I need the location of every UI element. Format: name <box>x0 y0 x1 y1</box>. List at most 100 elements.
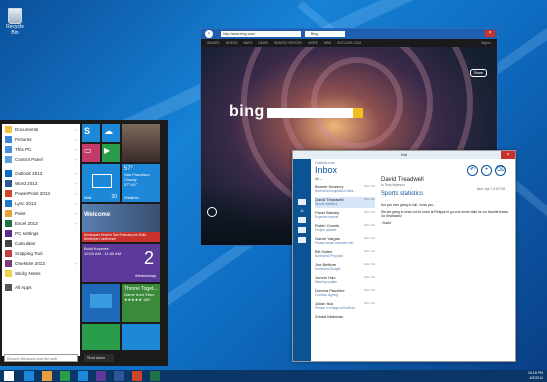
filter-label: All <box>315 177 319 181</box>
message-row[interactable]: Robin Counts Project update! Mon 4/1 <box>315 223 375 234</box>
tile-onedrive[interactable]: ☁ <box>102 124 120 142</box>
tile-weather[interactable]: 57° San Francisco Cloudy 57°/49° Weather <box>122 164 160 202</box>
nav-news[interactable]: NEWS <box>259 41 269 45</box>
start-menu-item[interactable]: Control Panel › <box>2 154 80 164</box>
recycle-bin-icon[interactable]: Recycle Bin <box>4 8 26 36</box>
mail-filter[interactable]: All ⌄ <box>315 177 375 181</box>
app-icon <box>5 125 12 133</box>
nav-videos[interactable]: VIDEOS <box>225 41 237 45</box>
shutdown-button[interactable]: Shut down <box>84 354 114 362</box>
excel-taskbar-icon[interactable] <box>150 371 160 381</box>
start-menu-item-label: Word 2013 <box>15 180 38 186</box>
nav-more[interactable]: MORE <box>308 41 318 45</box>
chevron-right-icon[interactable]: › <box>76 127 77 132</box>
person-icon[interactable] <box>298 227 306 233</box>
start-menu-item[interactable]: Pictures › <box>2 134 80 144</box>
start-menu-item[interactable]: Calculator <box>2 238 80 248</box>
start-menu-item[interactable]: Excel 2013 › <box>2 218 80 228</box>
start-menu-list: Documents › Pictures › This PC › Control Panel… <box>2 124 80 356</box>
start-menu-item[interactable]: Outlook 2013 › <box>2 168 80 178</box>
delete-icon[interactable]: ⌫ <box>495 165 506 176</box>
share-button[interactable]: Share <box>469 69 487 77</box>
tile-games[interactable]: ▭ <box>82 144 100 162</box>
start-menu-item[interactable]: PowerPoint 2013 › <box>2 188 80 198</box>
flag-icon[interactable] <box>298 237 306 243</box>
tile-xbox[interactable] <box>82 324 120 350</box>
info-icon[interactable] <box>207 207 217 217</box>
bing-search-input[interactable] <box>267 108 363 118</box>
nav-images[interactable]: IMAGES <box>207 41 219 45</box>
chevron-right-icon[interactable]: › <box>76 261 77 266</box>
message-row[interactable]: Dorena Paschke Contract signing Mon 4/1 <box>315 288 375 299</box>
all-apps-button[interactable]: All Apps <box>2 282 80 292</box>
start-menu-item[interactable]: PC settings <box>2 228 80 238</box>
tile-people-photo[interactable] <box>122 124 160 162</box>
chevron-right-icon[interactable]: › <box>76 147 77 152</box>
sign-in-link[interactable]: Sign in <box>481 41 491 45</box>
chevron-right-icon[interactable]: › <box>76 191 77 196</box>
start-menu-item[interactable]: Paint › <box>2 208 80 218</box>
store-taskbar-icon[interactable] <box>60 371 70 381</box>
nav-msn[interactable]: MSN <box>324 41 331 45</box>
start-menu-item[interactable]: Lync 2013 › <box>2 198 80 208</box>
app-icon <box>5 249 12 257</box>
tile-desktop[interactable] <box>82 284 120 322</box>
message-row[interactable]: David Treadwell Sports statistics Mon 4/1 <box>315 197 375 208</box>
tile-video[interactable]: ▶ <box>102 144 120 162</box>
start-menu-item[interactable]: Sticky Notes <box>2 268 80 278</box>
chevron-right-icon[interactable]: › <box>76 157 77 162</box>
message-row[interactable]: Zrinka Makovac <box>315 314 375 325</box>
windows-start-icon[interactable] <box>4 371 14 381</box>
message-row[interactable]: Jumrin Hao Meeting update Mon 4/1 <box>315 275 375 286</box>
calendar-taskbar-icon[interactable] <box>96 371 106 381</box>
mail-taskbar-icon[interactable] <box>78 371 88 381</box>
message-row[interactable]: Bonnie Kearney Northwind Acquisition Deta… <box>315 184 375 195</box>
powerpoint-taskbar-icon[interactable] <box>132 371 142 381</box>
address-bar[interactable]: http://www.bing.com/ <box>221 31 301 37</box>
message-subject: Person in charge at Northwi... <box>315 306 357 310</box>
inbox-icon[interactable] <box>298 199 306 205</box>
mail-window[interactable]: Mail × 11 Outlook.com Inbox All ⌄ Bonnie… <box>292 150 516 362</box>
start-menu-item[interactable]: OneNote 2013 › <box>2 258 80 268</box>
chevron-right-icon[interactable]: › <box>76 171 77 176</box>
start-menu-item-label: OneNote 2013 <box>15 260 45 266</box>
start-search-input[interactable]: Search Windows and the web <box>4 354 78 362</box>
nav-outlook[interactable]: OUTLOOK.COM <box>337 41 361 45</box>
message-row[interactable]: Julian Isla Person in charge at Northwi..… <box>315 301 375 312</box>
chevron-right-icon[interactable]: › <box>76 137 77 142</box>
tile-skype[interactable]: S <box>82 124 100 142</box>
tile-mail[interactable]: Mail 20 <box>82 164 120 202</box>
nav-maps[interactable]: MAPS <box>243 41 252 45</box>
tile-news[interactable]: Welcome Developers Head to San Francisco… <box>82 204 160 242</box>
start-menu-item[interactable]: Word 2013 › <box>2 178 80 188</box>
word-taskbar-icon[interactable] <box>114 371 124 381</box>
message-row[interactable]: Joe Belfiore Northwind Budget Mon 4/1 <box>315 262 375 273</box>
message-row[interactable]: Garret Vargas Please email customer info M… <box>315 236 375 247</box>
message-row[interactable]: Pavel Bansky Expense reports Mon 4/1 <box>315 210 375 221</box>
nav-search-history[interactable]: SEARCH HISTORY <box>274 41 302 45</box>
chevron-right-icon[interactable]: › <box>76 221 77 226</box>
system-tray[interactable]: 10:18 PM 4/2/2014 <box>528 371 543 381</box>
folder-icon[interactable] <box>298 217 306 223</box>
chevron-right-icon[interactable]: › <box>76 211 77 216</box>
close-icon[interactable]: × <box>501 151 515 159</box>
reply-icon[interactable]: ↶ <box>467 165 478 176</box>
start-menu-item[interactable]: Snipping Tool <box>2 248 80 258</box>
close-icon[interactable]: × <box>485 30 495 37</box>
start-menu: Documents › Pictures › This PC › Control Panel… <box>0 120 168 366</box>
tile-calendar[interactable]: Build Keynote 10:00 AM - 11:00 AM 2 Wedn… <box>82 244 160 282</box>
start-menu-item[interactable]: Documents › <box>2 124 80 134</box>
search-icon[interactable] <box>353 108 363 118</box>
chevron-right-icon[interactable]: › <box>76 201 77 206</box>
ie-taskbar-icon[interactable] <box>24 371 34 381</box>
message-row[interactable]: Bill Gates Northwind Proposal Mon 4/1 <box>315 249 375 260</box>
explorer-taskbar-icon[interactable] <box>42 371 52 381</box>
new-message-icon[interactable]: + <box>481 165 492 176</box>
tile-photos[interactable] <box>122 324 160 350</box>
tile-store[interactable]: Throne Toget... Game from Xbox ★★★★★ 180 <box>122 284 160 322</box>
start-menu-item-label: Sticky Notes <box>15 270 41 276</box>
back-icon[interactable]: ‹ <box>205 30 213 38</box>
chevron-right-icon[interactable]: › <box>76 181 77 186</box>
tab-bing[interactable]: Bing <box>305 31 345 37</box>
start-menu-item[interactable]: This PC › <box>2 144 80 154</box>
